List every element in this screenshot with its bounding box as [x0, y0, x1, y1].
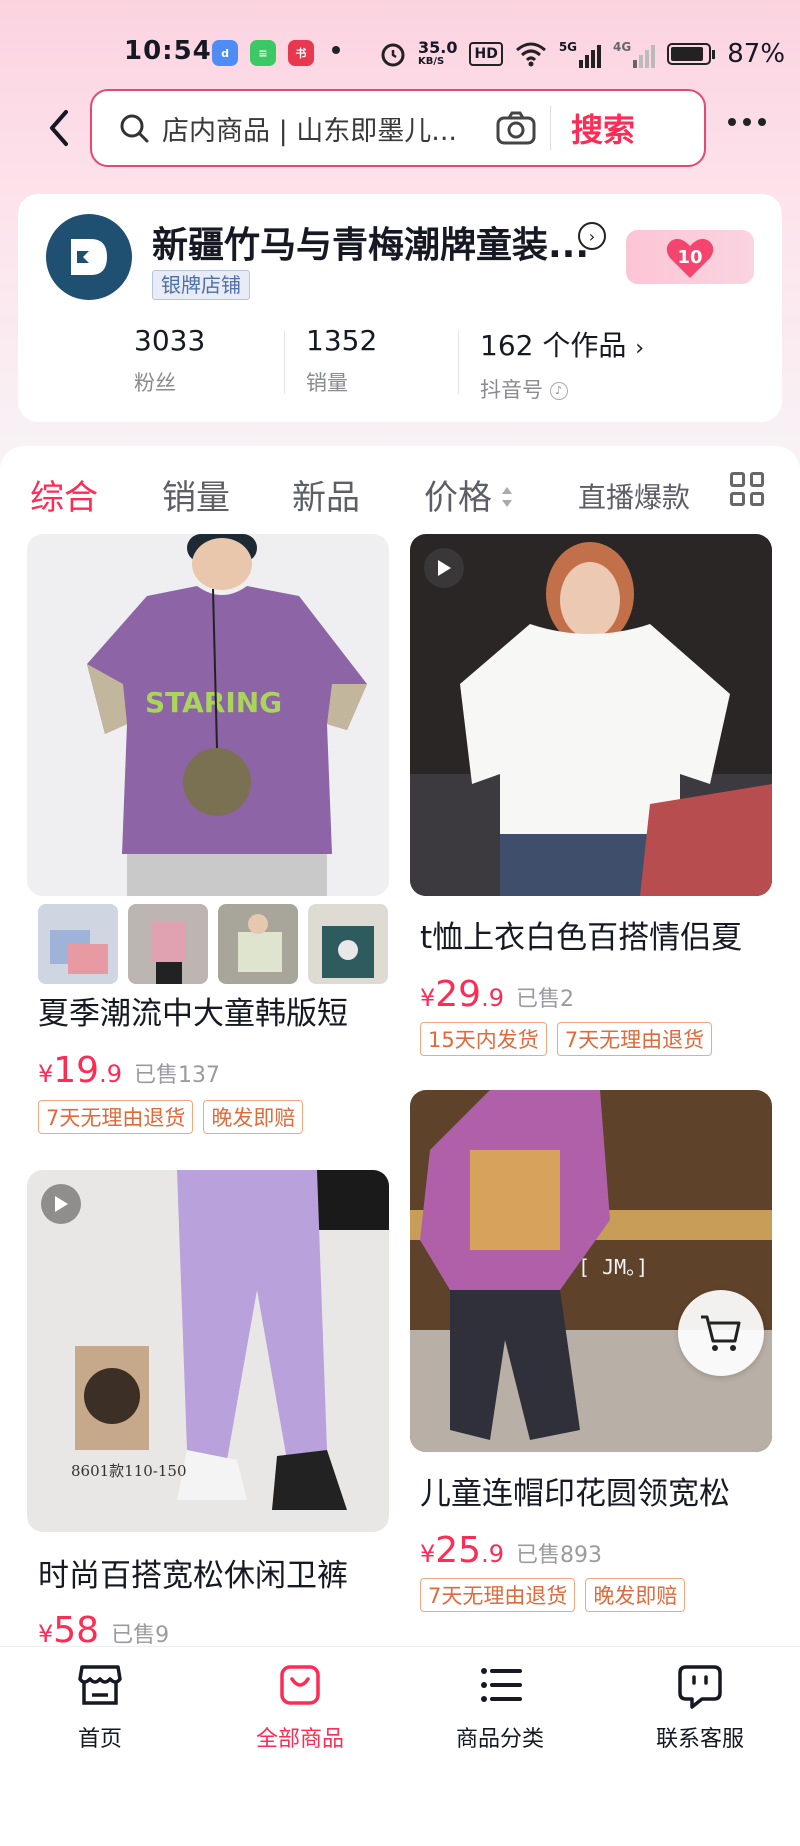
product-tags: 7天无理由退货 晚发即赔 — [420, 1578, 686, 1612]
status-time: 10:54 — [124, 36, 212, 66]
shop-logo-mark-icon — [71, 239, 107, 275]
product-photo-white-tee — [410, 534, 772, 896]
signal-5g-icon: 5G — [559, 40, 602, 68]
search-icon — [120, 114, 149, 143]
grid-view-icon[interactable] — [730, 472, 764, 506]
status-bar: 10:54 d ≡ 书 35.0 KB/S HD 5G 4G 87% — [0, 32, 800, 76]
search-button[interactable]: 搜索 — [571, 105, 635, 151]
shop-tier-badge: 银牌店铺 — [152, 270, 250, 300]
nav-all-products[interactable]: 全部商品 — [230, 1661, 370, 1753]
tab-sales[interactable]: 销量 — [162, 470, 230, 519]
chevron-right-icon[interactable]: › — [578, 222, 606, 250]
sort-arrows-icon — [502, 487, 512, 507]
product-price: ¥29.9 已售2 — [420, 974, 574, 1015]
sold-count: 已售9 — [111, 1623, 170, 1648]
tab-comprehensive[interactable]: 综合 — [30, 470, 98, 519]
shop-name[interactable]: 新疆竹马与青梅潮牌童装... — [152, 216, 589, 268]
product-photo-purple-pants: 8601款110-150 — [27, 1170, 389, 1532]
app-notification-icon: ≡ — [250, 40, 276, 66]
stat-works[interactable]: 162 个作品 › 抖音号 ♪ — [480, 324, 644, 404]
product-title[interactable]: t恤上衣白色百搭情侣夏 — [420, 912, 742, 957]
network-speed: 35.0 KB/S — [418, 38, 458, 68]
service-tag: 7天无理由退货 — [556, 1022, 713, 1056]
product-image[interactable] — [410, 534, 772, 896]
list-icon — [481, 1668, 522, 1702]
shop-info-card: 新疆竹马与青梅潮牌童装... › 银牌店铺 10 3033 粉丝 1352 销量… — [18, 194, 782, 422]
thumbnail[interactable] — [308, 904, 388, 984]
app-notification-icon: d — [212, 40, 238, 66]
service-tag: 7天无理由退货 — [38, 1100, 194, 1134]
thumbnail[interactable] — [38, 904, 118, 984]
search-divider — [550, 106, 551, 150]
service-tag: 晚发即赔 — [585, 1578, 686, 1612]
sort-tabs: 综合 销量 新品 价格 直播爆款 — [0, 460, 800, 520]
sold-count: 已售893 — [516, 1543, 602, 1568]
product-photo-purple-hoodie: [ JM。] — [410, 1090, 772, 1452]
search-bar[interactable]: 店内商品 | 山东即墨儿... 搜索 — [90, 89, 706, 167]
signal-4g-icon: 4G — [613, 40, 656, 68]
image-caption: 8601款110-150 — [71, 1462, 187, 1480]
battery-percent: 87% — [727, 39, 786, 69]
app-notification-icon: 书 — [288, 40, 314, 66]
product-title[interactable]: 夏季潮流中大童韩版短 — [38, 988, 348, 1033]
douyin-icon: ♪ — [549, 382, 568, 400]
nav-categories[interactable]: 商品分类 — [430, 1661, 570, 1753]
service-tag: 晚发即赔 — [203, 1100, 304, 1134]
sold-count: 已售137 — [134, 1063, 220, 1088]
tab-price[interactable]: 价格 — [424, 470, 514, 519]
tab-new[interactable]: 新品 — [292, 470, 360, 519]
product-price: ¥19.9 已售137 — [38, 1050, 220, 1091]
divider — [458, 330, 459, 394]
back-icon[interactable] — [40, 108, 80, 148]
product-image[interactable]: [ JM。] — [410, 1090, 772, 1452]
nav-home[interactable]: 首页 — [30, 1661, 170, 1753]
tab-live-hits[interactable]: 直播爆款 — [578, 476, 690, 516]
hd-icon: HD — [469, 42, 503, 66]
service-tag: 7天无理由退货 — [420, 1578, 576, 1612]
camera-icon[interactable] — [496, 111, 536, 145]
more-notifications-dot — [332, 46, 340, 54]
product-tags: 7天无理由退货 晚发即赔 — [38, 1100, 304, 1134]
product-title[interactable]: 时尚百搭宽松休闲卫裤 — [38, 1550, 348, 1595]
bottom-navigation: 首页 全部商品 商品分类 联系客服 — [0, 1646, 800, 1778]
play-icon[interactable] — [41, 1184, 81, 1224]
product-price: ¥58 已售9 — [38, 1610, 170, 1651]
add-to-cart-button[interactable] — [678, 1290, 764, 1376]
alarm-icon — [381, 43, 405, 67]
thumbnail[interactable] — [128, 904, 208, 984]
thumbnail[interactable] — [218, 904, 298, 984]
fan-level: 10 — [677, 246, 703, 268]
product-title[interactable]: 儿童连帽印花圆领宽松 — [420, 1468, 730, 1513]
product-tags: 15天内发货 7天无理由退货 — [420, 1022, 713, 1056]
chat-icon — [678, 1665, 722, 1709]
sold-count: 已售2 — [516, 987, 574, 1012]
product-image[interactable]: STARING — [27, 534, 389, 896]
divider — [284, 330, 285, 394]
play-icon[interactable] — [424, 548, 464, 588]
search-input[interactable]: 店内商品 | 山东即墨儿... — [162, 109, 472, 148]
cart-icon — [701, 1315, 741, 1351]
service-tag: 15天内发货 — [420, 1022, 547, 1056]
fan-club-button[interactable]: 10 — [626, 230, 754, 284]
chevron-right-icon: › — [635, 336, 645, 361]
stat-sales[interactable]: 1352 销量 — [306, 324, 377, 397]
shop-logo[interactable] — [46, 214, 132, 300]
stat-fans[interactable]: 3033 粉丝 — [134, 324, 205, 397]
more-menu-button[interactable] — [728, 118, 766, 126]
product-thumbnails — [38, 904, 388, 984]
bag-icon — [280, 1665, 320, 1705]
battery-icon — [667, 43, 716, 65]
product-price: ¥25.9 已售893 — [420, 1530, 602, 1571]
product-image[interactable]: 8601款110-150 — [27, 1170, 389, 1532]
heart-icon: 10 — [665, 236, 715, 278]
shirt-print-text: STARING — [145, 686, 282, 719]
wifi-icon — [515, 42, 546, 67]
status-icons: 35.0 KB/S HD 5G 4G 87% — [380, 36, 785, 72]
store-icon — [78, 1665, 122, 1705]
image-caption: [ JM。] — [578, 1255, 648, 1279]
product-photo-purple-tee: STARING — [27, 534, 389, 896]
nav-customer-service[interactable]: 联系客服 — [630, 1661, 770, 1753]
